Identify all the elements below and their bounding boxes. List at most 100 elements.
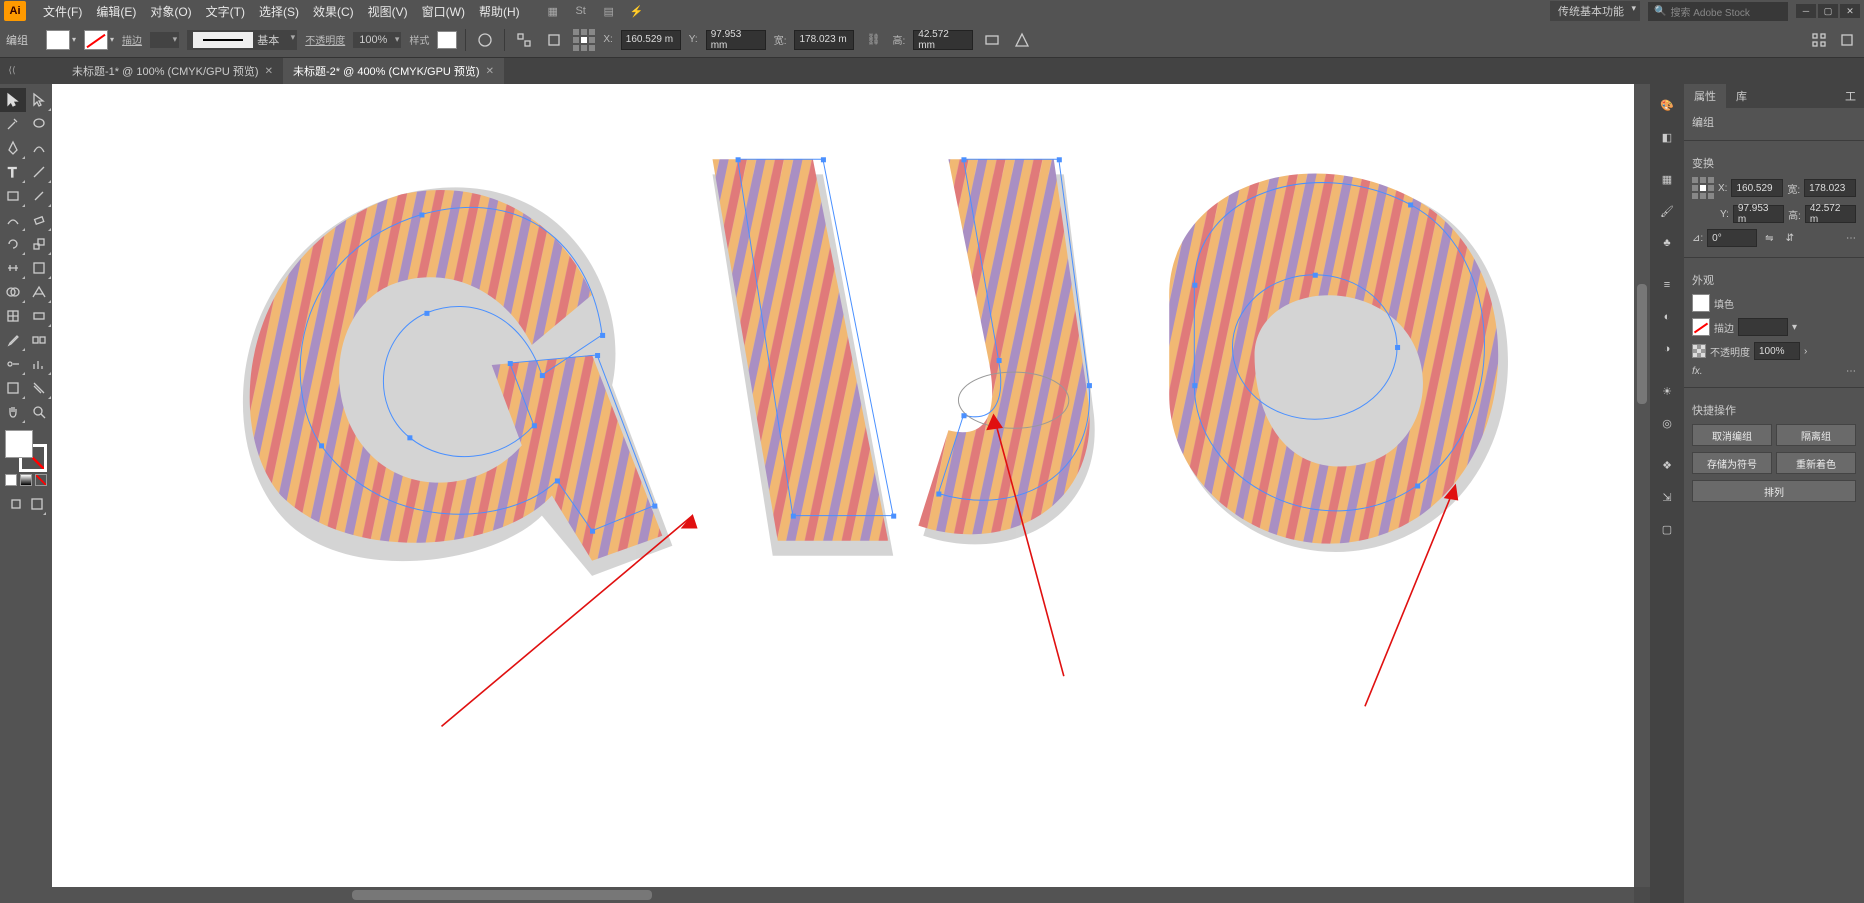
symbols-panel-icon[interactable]: ♣ — [1656, 232, 1678, 254]
menu-help[interactable]: 帮助(H) — [472, 3, 527, 20]
p-rotate-field[interactable]: 0° — [1707, 229, 1757, 247]
flip-h-icon[interactable]: ⇋ — [1761, 233, 1777, 244]
menu-select[interactable]: 选择(S) — [252, 3, 306, 20]
swatches-panel-icon[interactable]: ▦ — [1656, 168, 1678, 190]
shape-builder-tool[interactable] — [0, 280, 26, 304]
type-tool[interactable]: T — [0, 160, 26, 184]
none-mode[interactable] — [35, 474, 47, 486]
horizontal-scrollbar[interactable] — [52, 887, 1634, 903]
workspace-selector[interactable]: 传统基本功能 — [1550, 1, 1640, 21]
doc-setup-icon[interactable] — [1808, 29, 1830, 51]
eyedropper-tool[interactable] — [0, 328, 26, 352]
zoom-tool[interactable] — [26, 400, 52, 424]
p-w-field[interactable]: 178.023 — [1804, 179, 1856, 197]
direct-selection-tool[interactable] — [26, 88, 52, 112]
width-tool[interactable] — [0, 256, 26, 280]
bridge-icon[interactable]: ▦ — [545, 3, 561, 19]
graphic-style-swatch[interactable] — [437, 31, 457, 49]
gradient-mode[interactable] — [20, 474, 32, 486]
draw-mode[interactable] — [5, 492, 26, 516]
scroll-thumb[interactable] — [352, 890, 652, 900]
p-opacity-field[interactable]: 100% — [1754, 342, 1800, 360]
screen-mode[interactable] — [26, 492, 47, 516]
gradient-panel-icon[interactable]: ◐ — [1656, 306, 1678, 328]
p-stroke-weight[interactable] — [1738, 318, 1788, 336]
symbol-sprayer-tool[interactable] — [0, 352, 26, 376]
btn-ungroup[interactable]: 取消编组 — [1692, 424, 1772, 446]
transform-panel-icon[interactable] — [543, 29, 565, 51]
menu-effect[interactable]: 效果(C) — [306, 3, 361, 20]
shaper-tool[interactable] — [0, 208, 26, 232]
stroke-dropdown-icon[interactable]: ▾ — [110, 35, 114, 44]
align-icon[interactable] — [513, 29, 535, 51]
stock-icon[interactable]: St — [573, 3, 589, 19]
hand-tool[interactable] — [0, 400, 26, 424]
stroke-weight[interactable] — [150, 32, 179, 48]
mesh-tool[interactable] — [0, 304, 26, 328]
p-x-field[interactable]: 160.529 — [1731, 179, 1783, 197]
opacity-link[interactable]: 不透明度 — [305, 32, 345, 47]
style-link[interactable]: 样式 — [409, 32, 429, 47]
color-panel-icon[interactable]: 🎨 — [1656, 94, 1678, 116]
canvas-area[interactable] — [52, 84, 1650, 903]
window-close[interactable]: ✕ — [1840, 4, 1860, 18]
appearance-more-icon[interactable]: ⋯ — [1846, 366, 1856, 377]
rotate-tool[interactable] — [0, 232, 26, 256]
menu-edit[interactable]: 编辑(E) — [89, 3, 143, 20]
fill-indicator[interactable] — [5, 430, 33, 458]
asset-export-icon[interactable]: ⇲ — [1656, 486, 1678, 508]
x-field[interactable]: 160.529 m — [621, 30, 681, 50]
menu-view[interactable]: 视图(V) — [361, 3, 415, 20]
btn-save-as-symbol[interactable]: 存储为符号 — [1692, 452, 1772, 474]
p-y-field[interactable]: 97.953 m — [1733, 205, 1784, 223]
window-minimize[interactable]: ─ — [1796, 4, 1816, 18]
brushes-panel-icon[interactable]: 🖌 — [1656, 200, 1678, 222]
stroke-swatch[interactable] — [84, 30, 108, 50]
scroll-thumb[interactable] — [1637, 284, 1647, 404]
btn-recolor-artwork[interactable]: 重新着色 — [1776, 452, 1856, 474]
document-tab-1[interactable]: 未标题-1* @ 100% (CMYK/GPU 预览) ✕ — [62, 58, 283, 84]
opacity-slider-icon[interactable]: › — [1804, 346, 1807, 357]
reference-point[interactable] — [573, 29, 595, 51]
color-mode[interactable] — [5, 474, 17, 486]
variable-width-profile[interactable]: 基本 — [187, 30, 297, 50]
slice-tool[interactable] — [26, 376, 52, 400]
menu-file[interactable]: 文件(F) — [36, 3, 89, 20]
pen-tool[interactable] — [0, 136, 26, 160]
fill-stroke-indicator[interactable] — [5, 430, 47, 472]
window-maximize[interactable]: ▢ — [1818, 4, 1838, 18]
h-field[interactable]: 42.572 mm — [913, 30, 973, 50]
artboards-panel-icon[interactable]: ▢ — [1656, 518, 1678, 540]
recolor-artwork-icon[interactable] — [474, 29, 496, 51]
color-guide-icon[interactable]: ◧ — [1656, 126, 1678, 148]
w-field[interactable]: 178.023 m — [794, 30, 854, 50]
stroke-link[interactable]: 描边 — [122, 32, 142, 47]
column-graph-tool[interactable] — [26, 352, 52, 376]
stroke-weight-dropdown-icon[interactable]: ▾ — [1792, 322, 1797, 333]
constrain-proportions-icon[interactable]: ⛓ — [862, 29, 884, 51]
reference-point-panel[interactable] — [1692, 177, 1714, 199]
fill-swatch[interactable] — [46, 30, 70, 50]
rectangle-tool[interactable] — [0, 184, 26, 208]
artwork[interactable] — [52, 84, 1634, 887]
scale-tool[interactable] — [26, 232, 52, 256]
shape-icon-1[interactable] — [981, 29, 1003, 51]
preferences-icon[interactable] — [1836, 29, 1858, 51]
paintbrush-tool[interactable] — [26, 184, 52, 208]
tab-libraries[interactable]: 库 — [1726, 84, 1757, 108]
stroke-panel-icon[interactable]: ≡ — [1656, 274, 1678, 296]
btn-isolate-group[interactable]: 隔离组 — [1776, 424, 1856, 446]
arrange-docs-icon[interactable]: ▤ — [601, 3, 617, 19]
menu-window[interactable]: 窗口(W) — [415, 3, 472, 20]
lasso-tool[interactable] — [26, 112, 52, 136]
p-fill-swatch[interactable] — [1692, 294, 1710, 312]
layers-panel-icon[interactable]: ❖ — [1656, 454, 1678, 476]
y-field[interactable]: 97.953 mm — [706, 30, 766, 50]
menu-type[interactable]: 文字(T) — [199, 3, 252, 20]
p-h-field[interactable]: 42.572 m — [1805, 205, 1856, 223]
perspective-grid-tool[interactable] — [26, 280, 52, 304]
tabs-toggle[interactable]: ⟨⟨ — [6, 60, 18, 80]
curvature-tool[interactable] — [26, 136, 52, 160]
opacity-field[interactable]: 100% — [353, 32, 401, 48]
btn-arrange[interactable]: 排列 — [1692, 480, 1856, 502]
